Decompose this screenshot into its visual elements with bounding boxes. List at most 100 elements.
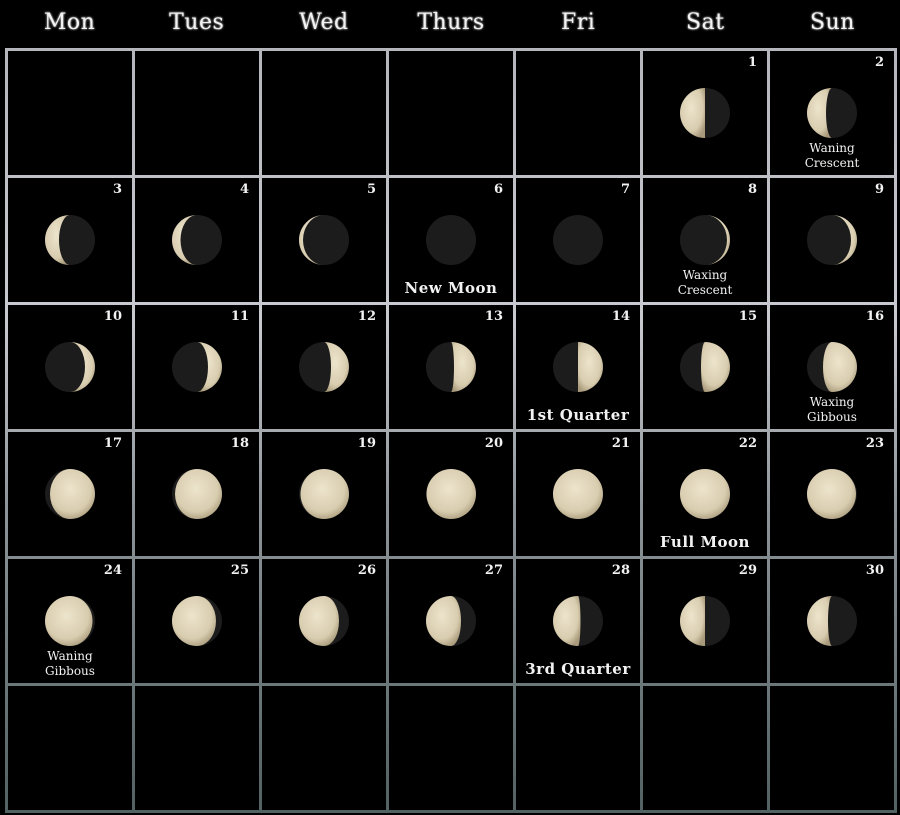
day-number: 25	[230, 563, 249, 578]
moon-phase-waxing-gibbous	[45, 469, 95, 519]
moon-phase-full-moon	[680, 469, 730, 519]
moon-icon	[807, 342, 857, 392]
day-cell: 1	[643, 51, 767, 175]
moon-icon	[172, 596, 222, 646]
moon-phase-waning-gibbous	[45, 596, 95, 646]
weekday-wed: Wed	[299, 10, 349, 35]
moon-phase-waxing-crescent	[807, 215, 857, 265]
day-cell: 20	[389, 432, 513, 556]
day-cell: 18	[135, 432, 259, 556]
moon-icon	[680, 215, 730, 265]
day-cell: 28 3rd Quarter	[516, 559, 640, 683]
weekday-tues: Tues	[169, 10, 225, 35]
moon-phase-waxing-crescent	[680, 215, 730, 265]
day-number: 19	[357, 436, 376, 451]
day-cell: 11	[135, 305, 259, 429]
moon-phase-waning-crescent	[807, 88, 857, 138]
day-number: 14	[611, 309, 630, 324]
day-number: 7	[620, 182, 630, 197]
day-cell: 7	[516, 178, 640, 302]
day-cell: 2 Waning Crescent	[770, 51, 894, 175]
day-number: 28	[611, 563, 630, 578]
empty-day-cell	[770, 686, 894, 810]
moon-icon	[807, 88, 857, 138]
moon-icon	[553, 215, 603, 265]
moon-phase-waning-crescent	[299, 215, 349, 265]
day-number: 24	[103, 563, 122, 578]
day-cell: 29	[643, 559, 767, 683]
empty-day-cell	[262, 51, 386, 175]
weekday-header: Mon Tues Wed Thurs Fri Sat Sun	[6, 0, 896, 48]
day-number: 3	[112, 182, 122, 197]
day-number: 2	[874, 55, 884, 70]
phase-label: 3rd Quarter	[525, 660, 631, 678]
phase-label: 1st Quarter	[526, 406, 630, 424]
day-cell: 23	[770, 432, 894, 556]
day-number: 26	[357, 563, 376, 578]
moon-icon	[299, 215, 349, 265]
moon-phase-waxing-gibbous	[299, 469, 349, 519]
day-number: 11	[230, 309, 249, 324]
moon-icon	[299, 342, 349, 392]
moon-phase-waning-crescent	[807, 596, 857, 646]
day-cell: 25	[135, 559, 259, 683]
moon-icon	[680, 88, 730, 138]
moon-phase-waxing-gibbous	[172, 469, 222, 519]
day-number: 4	[239, 182, 249, 197]
phase-label: Waxing Gibbous	[807, 395, 857, 424]
day-number: 18	[230, 436, 249, 451]
empty-day-cell	[389, 686, 513, 810]
day-cell: 12	[262, 305, 386, 429]
moon-phase-waning-crescent	[172, 215, 222, 265]
weekday-sun: Sun	[809, 10, 855, 35]
moon-icon	[45, 596, 95, 646]
empty-day-cell	[8, 686, 132, 810]
day-cell: 6 New Moon	[389, 178, 513, 302]
day-cell: 16 Waxing Gibbous	[770, 305, 894, 429]
moon-phase-waning-gibbous	[172, 596, 222, 646]
moon-phase-waxing-crescent	[426, 342, 476, 392]
day-cell: 4	[135, 178, 259, 302]
day-number: 27	[484, 563, 503, 578]
moon-icon	[172, 342, 222, 392]
weekday-thurs: Thurs	[417, 10, 485, 35]
moon-phase-waxing-crescent	[172, 342, 222, 392]
moon-icon	[45, 215, 95, 265]
moon-phase-first-quarter	[553, 342, 603, 392]
day-cell: 21	[516, 432, 640, 556]
moon-icon	[807, 469, 857, 519]
day-number: 6	[493, 182, 503, 197]
day-number: 1	[747, 55, 757, 70]
moon-icon	[426, 342, 476, 392]
moon-phase-third-quarter	[680, 596, 730, 646]
moon-icon	[680, 469, 730, 519]
moon-icon	[299, 469, 349, 519]
moon-phase-waxing-crescent	[299, 342, 349, 392]
moon-phase-waxing-gibbous	[680, 342, 730, 392]
day-number: 13	[484, 309, 503, 324]
weekday-sat: Sat	[686, 10, 725, 35]
day-number: 10	[103, 309, 122, 324]
moon-icon	[807, 596, 857, 646]
moon-icon	[553, 342, 603, 392]
day-cell: 15	[643, 305, 767, 429]
day-cell: 19	[262, 432, 386, 556]
day-number: 23	[865, 436, 884, 451]
day-cell: 9	[770, 178, 894, 302]
empty-day-cell	[389, 51, 513, 175]
day-cell: 3	[8, 178, 132, 302]
day-number: 9	[874, 182, 884, 197]
day-number: 15	[738, 309, 757, 324]
moon-icon	[172, 469, 222, 519]
day-cell: 17	[8, 432, 132, 556]
day-number: 29	[738, 563, 757, 578]
moon-phase-third-quarter	[553, 596, 603, 646]
empty-day-cell	[135, 51, 259, 175]
weekday-fri: Fri	[560, 10, 596, 35]
day-number: 12	[357, 309, 376, 324]
day-number: 17	[103, 436, 122, 451]
empty-day-cell	[135, 686, 259, 810]
moon-icon	[680, 342, 730, 392]
day-cell: 10	[8, 305, 132, 429]
day-cell: 5	[262, 178, 386, 302]
